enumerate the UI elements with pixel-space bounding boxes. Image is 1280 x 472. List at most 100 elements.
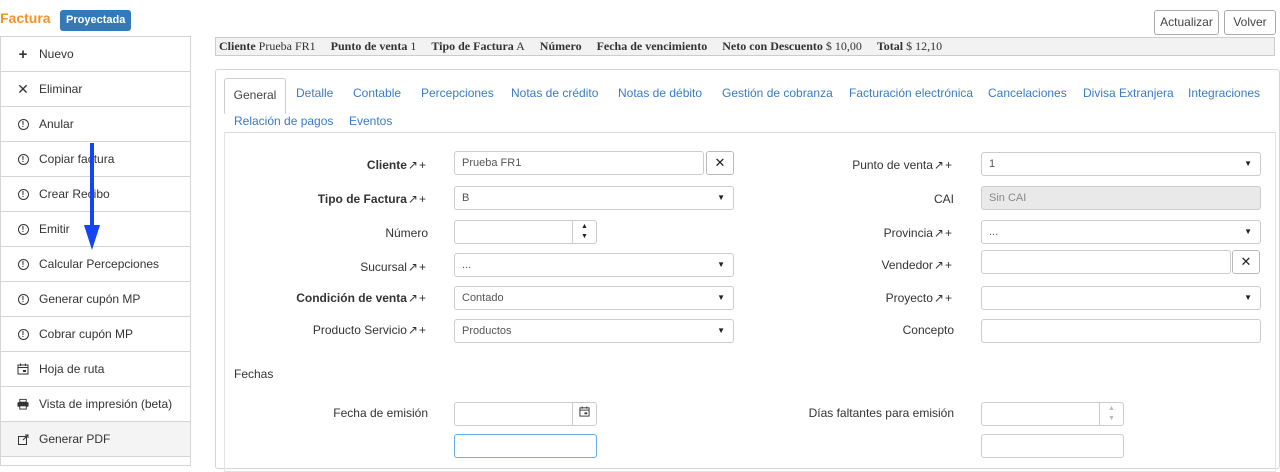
- plus-icon[interactable]: +: [945, 258, 952, 272]
- tab-divisa-extranjera[interactable]: Divisa Extranjera: [1083, 86, 1174, 100]
- sidebar-item-label: Emitir: [39, 222, 70, 236]
- sucursal-select[interactable]: ...: [454, 253, 734, 277]
- plus-icon[interactable]: +: [945, 291, 952, 305]
- sidebar-item-nuevo[interactable]: + Nuevo: [1, 37, 190, 72]
- dias-faltantes-vencimiento-input[interactable]: [981, 434, 1124, 458]
- external-link-icon[interactable]: ↗: [934, 158, 944, 172]
- tipo-factura-select[interactable]: B: [454, 186, 734, 210]
- tab-facturacion-electronica[interactable]: Facturación electrónica: [849, 86, 973, 100]
- numero-input[interactable]: ▲ ▼: [454, 220, 597, 244]
- number-spinner-icon[interactable]: ▲ ▼: [572, 221, 596, 243]
- condicion-venta-label-text: Condición de venta: [296, 291, 407, 305]
- external-link-icon[interactable]: ↗: [408, 158, 418, 172]
- sidebar-item-hoja-de-ruta[interactable]: Hoja de ruta: [1, 352, 190, 387]
- summary-cliente-label: Cliente: [219, 39, 256, 53]
- plus-icon[interactable]: +: [419, 192, 426, 206]
- sidebar-item-eliminar[interactable]: ✕ Eliminar: [1, 72, 190, 107]
- alert-circle-icon: !: [17, 328, 29, 340]
- alert-circle-icon: !: [17, 188, 29, 200]
- summary-cliente-value: Prueba FR1: [258, 39, 316, 53]
- sidebar-item-label: Eliminar: [39, 82, 83, 96]
- producto-servicio-label-text: Producto Servicio: [312, 323, 407, 337]
- plus-icon[interactable]: +: [945, 226, 952, 240]
- external-link-icon[interactable]: ↗: [934, 258, 944, 272]
- cliente-input[interactable]: Prueba FR1: [454, 151, 704, 175]
- annotation-arrow-icon: [84, 143, 100, 250]
- summary-neto-value: $ 10,00: [825, 39, 862, 53]
- condicion-venta-label: Condición de venta↗+: [256, 291, 426, 305]
- plus-icon[interactable]: +: [419, 158, 426, 172]
- clear-cliente-button[interactable]: ✕: [706, 151, 734, 175]
- cliente-label-text: Cliente: [366, 158, 407, 172]
- summary-tipo-label: Tipo de Factura: [431, 39, 514, 53]
- summary-tipo-value: A: [516, 39, 525, 53]
- proyecto-label-text: Proyecto: [885, 291, 933, 305]
- provincia-label-text: Provincia: [883, 226, 933, 240]
- print-icon: [17, 398, 29, 410]
- dias-faltantes-input[interactable]: ▲ ▼: [981, 402, 1124, 426]
- summary-punto-label: Punto de venta: [330, 39, 408, 53]
- back-button[interactable]: Volver: [1224, 10, 1276, 35]
- summary-total-label: Total: [876, 39, 904, 53]
- producto-servicio-label: Producto Servicio↗+: [256, 323, 426, 337]
- tab-relacion-pagos[interactable]: Relación de pagos: [234, 114, 333, 128]
- punto-venta-label-text: Punto de venta: [852, 158, 933, 172]
- fecha-emision-input[interactable]: [454, 402, 597, 426]
- tab-notas-credito[interactable]: Notas de crédito: [511, 86, 598, 100]
- external-link-icon[interactable]: ↗: [408, 291, 418, 305]
- producto-servicio-select[interactable]: Productos: [454, 319, 734, 343]
- plus-icon[interactable]: +: [419, 291, 426, 305]
- tab-eventos[interactable]: Eventos: [349, 114, 392, 128]
- tab-notas-debito[interactable]: Notas de débito: [618, 86, 702, 100]
- clear-vendedor-button[interactable]: ✕: [1232, 250, 1260, 274]
- invoice-summary-bar: Cliente Prueba FR1 Punto de venta 1 Tipo…: [215, 37, 1275, 56]
- tab-gestion-cobranza[interactable]: Gestión de cobranza: [722, 86, 833, 100]
- external-link-icon[interactable]: ↗: [408, 192, 418, 206]
- calendar-icon[interactable]: [572, 403, 596, 425]
- tab-integraciones[interactable]: Integraciones: [1188, 86, 1260, 100]
- alert-circle-icon: !: [17, 118, 29, 130]
- fecha-emision-label: Fecha de emisión: [333, 406, 428, 420]
- main-panel: General Detalle Contable Percepciones No…: [215, 69, 1280, 472]
- tab-general[interactable]: General: [224, 78, 286, 114]
- condicion-venta-select[interactable]: Contado: [454, 286, 734, 310]
- plus-icon[interactable]: +: [945, 158, 952, 172]
- external-link-icon[interactable]: ↗: [934, 226, 944, 240]
- cai-label: CAI: [933, 192, 954, 206]
- tab-detalle[interactable]: Detalle: [296, 86, 333, 100]
- sucursal-label: Sucursal↗+: [256, 260, 426, 274]
- tab-percepciones[interactable]: Percepciones: [421, 86, 494, 100]
- plus-icon[interactable]: +: [419, 260, 426, 274]
- tab-cancelaciones[interactable]: Cancelaciones: [988, 86, 1067, 100]
- tipo-factura-label: Tipo de Factura↗+: [256, 192, 426, 206]
- external-link-icon[interactable]: ↗: [408, 260, 418, 274]
- vendedor-label: Vendedor↗+: [776, 258, 952, 272]
- sidebar-item-generar-cupon-mp[interactable]: ! Generar cupón MP: [1, 282, 190, 317]
- vendedor-label-text: Vendedor: [881, 258, 933, 272]
- concepto-input[interactable]: [981, 319, 1261, 343]
- fecha-vencimiento-input[interactable]: [454, 434, 597, 458]
- sidebar-item-label: Generar cupón MP: [39, 292, 141, 306]
- refresh-button[interactable]: Actualizar: [1154, 10, 1219, 35]
- proyecto-select[interactable]: [981, 286, 1261, 310]
- sidebar-item-label: Vista de impresión (beta): [39, 397, 173, 411]
- sidebar-item-cobrar-cupon-mp[interactable]: ! Cobrar cupón MP: [1, 317, 190, 352]
- tab-contable[interactable]: Contable: [353, 86, 401, 100]
- alert-circle-icon: !: [17, 293, 29, 305]
- summary-numero-label: Número: [539, 39, 582, 53]
- plus-icon[interactable]: +: [419, 323, 426, 337]
- sidebar-item-vista-impresion[interactable]: Vista de impresión (beta): [1, 387, 190, 422]
- sidebar-item-generar-pdf[interactable]: Generar PDF: [1, 422, 190, 457]
- provincia-select[interactable]: ...: [981, 220, 1261, 244]
- external-link-icon: [17, 434, 29, 445]
- alert-circle-icon: !: [17, 153, 29, 165]
- vendedor-input[interactable]: [981, 250, 1231, 274]
- sidebar-item-anular[interactable]: ! Anular: [1, 107, 190, 142]
- sidebar-item-label: Copiar factura: [39, 152, 115, 166]
- sidebar-item-label: Generar PDF: [39, 432, 111, 446]
- external-link-icon[interactable]: ↗: [408, 323, 418, 337]
- number-spinner-icon[interactable]: ▲ ▼: [1099, 403, 1123, 425]
- punto-venta-select[interactable]: 1: [981, 152, 1261, 176]
- times-icon: ✕: [17, 80, 29, 97]
- external-link-icon[interactable]: ↗: [934, 291, 944, 305]
